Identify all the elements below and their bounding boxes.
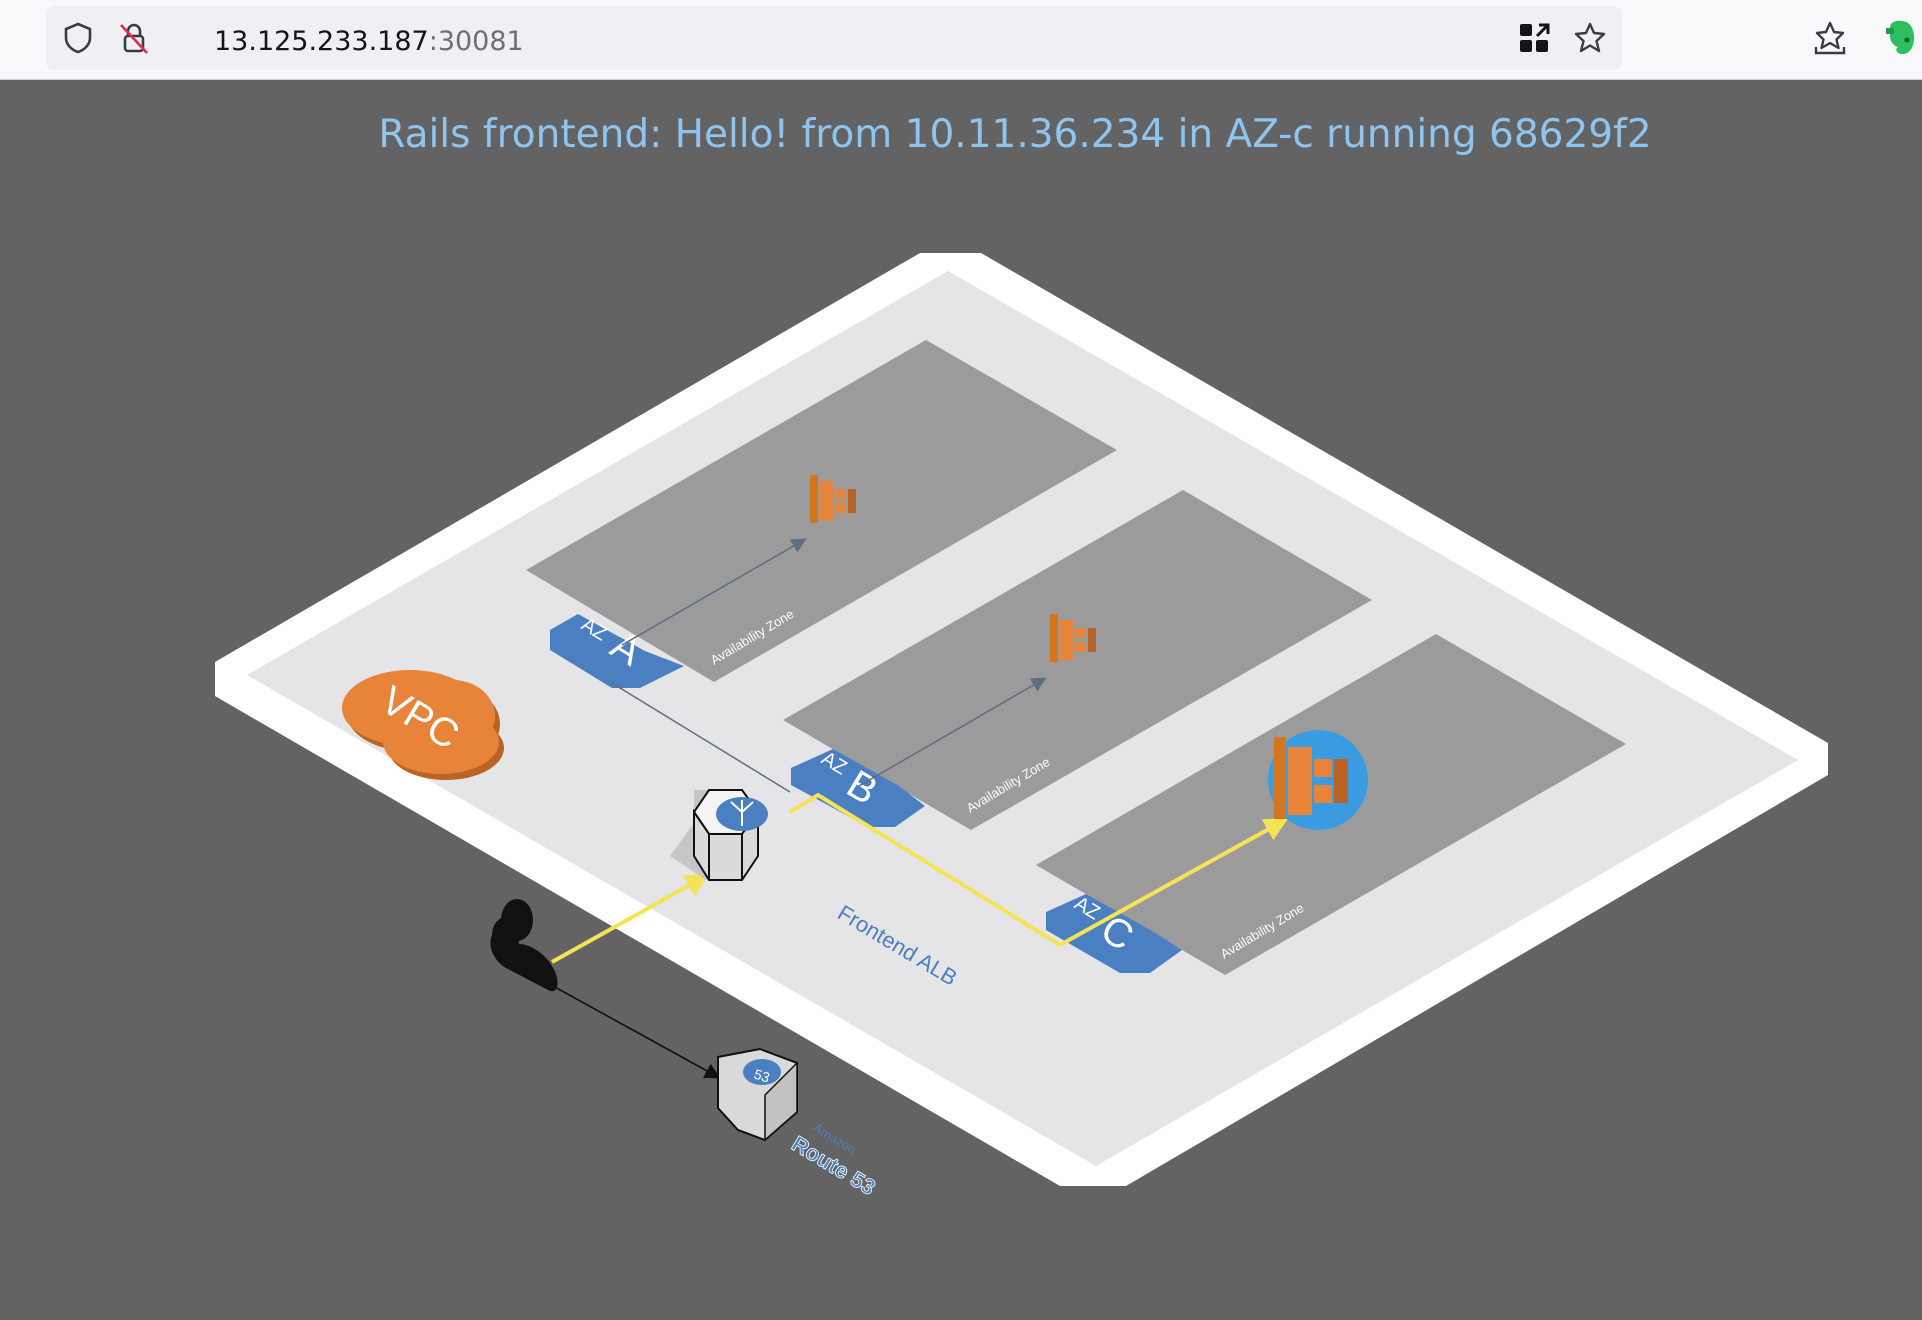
save-to-pocket-icon[interactable] [1812,20,1848,56]
url-host: 13.125.233.187 [214,26,429,57]
user-to-route53-arrow [552,985,721,1079]
address-bar[interactable]: 13.125.233.187:30081 [46,6,1622,70]
architecture-diagram: AZ A AZ B AZ C Availability Zone Availab… [215,253,1828,1201]
route53-icon: 53 [717,1047,798,1142]
zone-c-active-task-icon [1268,730,1368,830]
evernote-extension-icon[interactable] [1884,18,1918,58]
qr-code-icon[interactable] [1518,22,1550,54]
user-icon [490,899,558,992]
shield-icon[interactable] [60,20,96,56]
url-text[interactable]: 13.125.233.187:30081 [214,26,524,57]
url-port: :30081 [428,26,524,57]
insecure-lock-icon[interactable] [116,20,152,56]
browser-toolbar: 13.125.233.187:30081 [0,0,1922,80]
bookmark-star-icon[interactable] [1572,20,1608,56]
